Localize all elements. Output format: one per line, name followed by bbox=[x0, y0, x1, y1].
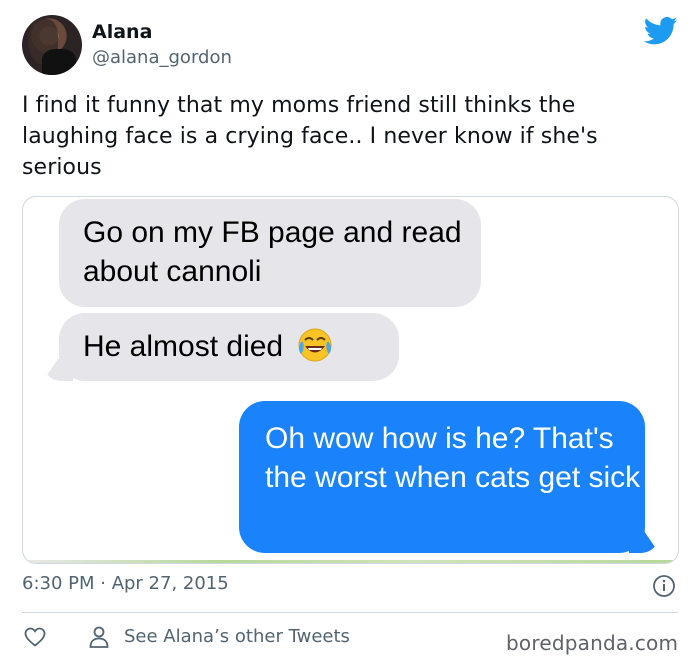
message-bubble-received: He almost died bbox=[43, 313, 399, 381]
info-icon[interactable] bbox=[652, 574, 676, 598]
person-icon[interactable] bbox=[88, 625, 110, 649]
tweet-media-screenshot[interactable]: Go on my FB page and read about cannoli … bbox=[22, 196, 679, 564]
message-text: Oh wow how is he? That's the worst when … bbox=[265, 422, 641, 494]
author-handle[interactable]: @alana_gordon bbox=[92, 47, 232, 68]
message-text: He almost died bbox=[83, 330, 284, 363]
tweet-card: Alana @alana_gordon I find it funny that… bbox=[0, 0, 700, 666]
tweet-text: I find it funny that my moms friend stil… bbox=[22, 93, 598, 180]
message-bubble-sent: Oh wow how is he? That's the worst when … bbox=[239, 401, 659, 553]
message-text: Go on my FB page and read about cannoli bbox=[83, 216, 462, 288]
see-other-tweets-link[interactable]: See Alana’s other Tweets bbox=[124, 626, 350, 647]
watermark: boredpanda.com bbox=[506, 631, 679, 655]
message-bubble-received: Go on my FB page and read about cannoli bbox=[59, 199, 481, 307]
author-name[interactable]: Alana bbox=[92, 21, 152, 43]
tweet-timestamp[interactable]: 6:30 PM · Apr 27, 2015 bbox=[22, 573, 229, 594]
avatar[interactable] bbox=[22, 15, 82, 75]
media-bottom-edge bbox=[23, 560, 678, 563]
face-with-tears-of-joy-icon bbox=[298, 328, 332, 362]
twitter-bird-icon[interactable] bbox=[644, 16, 678, 46]
divider bbox=[22, 612, 678, 613]
heart-icon[interactable] bbox=[23, 625, 47, 649]
